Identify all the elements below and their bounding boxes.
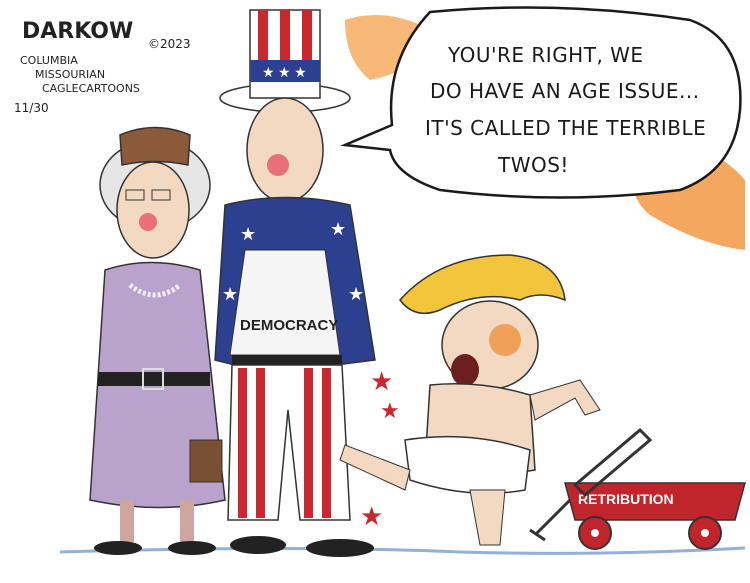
svg-text:★: ★ (360, 502, 383, 531)
svg-text:★: ★ (370, 367, 393, 396)
impact-stars: ★ ★ ★ (360, 367, 400, 531)
signature-line-1: COLUMBIA (20, 54, 78, 67)
svg-text:★ ★ ★: ★ ★ ★ (262, 66, 307, 81)
bubble-line-4: TWOS! (497, 153, 569, 177)
shirt-label-text: DEMOCRACY (240, 317, 338, 334)
signature-copyright: ©2023 (148, 37, 191, 51)
signature-date: 11/30 (14, 101, 49, 115)
bubble-line-2: DO HAVE AN AGE ISSUE... (430, 79, 700, 103)
signature-line-3: CAGLECARTOONS (42, 82, 140, 95)
svg-text:★: ★ (222, 284, 238, 304)
signature-line-2: MISSOURIAN (35, 68, 105, 81)
uncle-sam-figure: ★ ★ ★ ★ ★ ★ ★ DEMOCRACY (214, 9, 376, 557)
artist-signature: DARKOW ©2023 COLUMBIA MISSOURIAN CAGLECA… (14, 19, 191, 115)
signature-name: DARKOW (22, 19, 133, 44)
bubble-line-1: YOU'RE RIGHT, WE (447, 43, 644, 67)
red-wagon: RETRIBUTION (529, 427, 746, 550)
svg-text:★: ★ (348, 284, 364, 304)
elderly-lady-figure (89, 126, 226, 555)
bubble-line-3: IT'S CALLED THE TERRIBLE (425, 116, 706, 140)
svg-text:★: ★ (330, 219, 346, 239)
wagon-label-text: RETRIBUTION (578, 491, 674, 507)
ground-line (59, 546, 746, 555)
cartoon-canvas: YOU'RE RIGHT, WE DO HAVE AN AGE ISSUE...… (14, 6, 746, 557)
svg-text:★: ★ (240, 224, 256, 244)
svg-text:★: ★ (380, 398, 400, 423)
